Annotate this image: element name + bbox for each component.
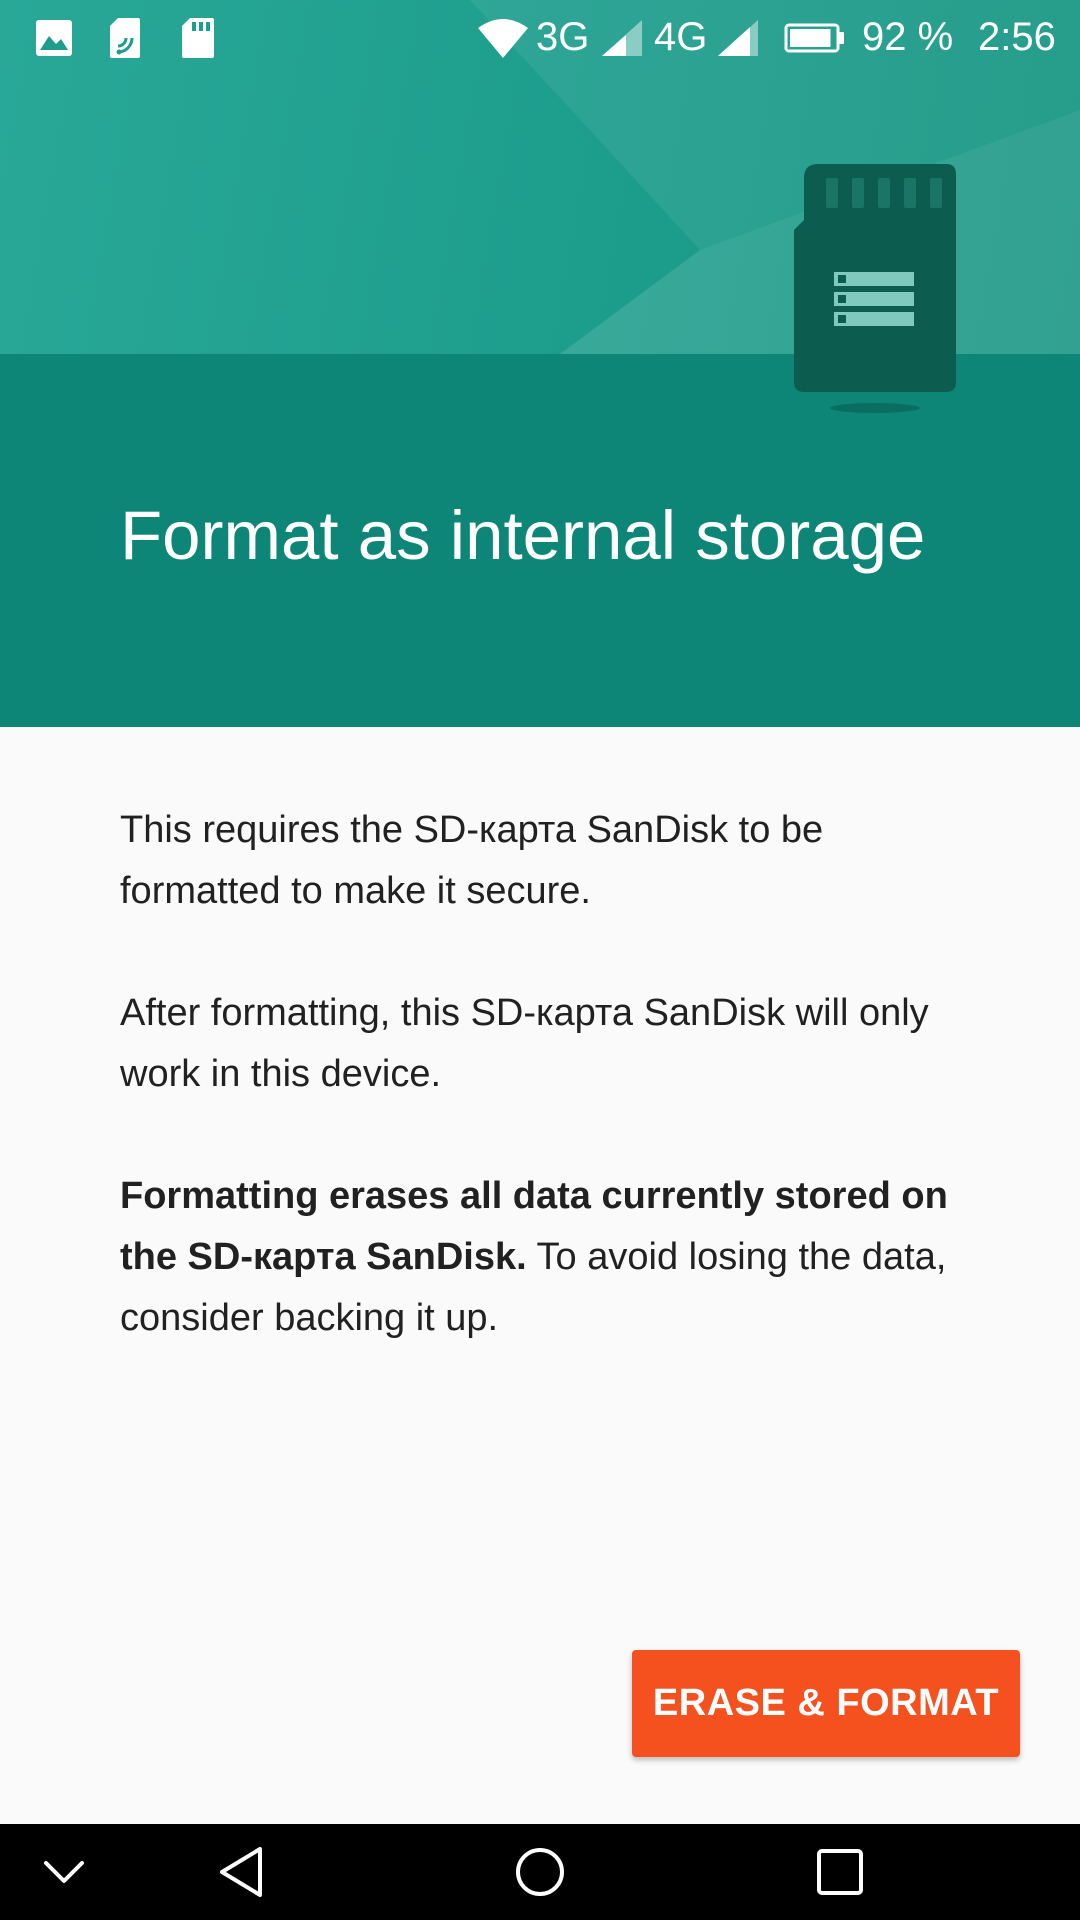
image-icon	[34, 0, 74, 75]
chevron-down-icon[interactable]	[34, 1824, 94, 1920]
navigation-bar	[0, 1824, 1080, 1920]
network-3g-label: 3G	[536, 15, 590, 59]
signal-4g-icon	[716, 0, 760, 75]
format-internal-storage-screen: Format as internal storage 3G 4G 92 % 2:…	[0, 0, 1080, 1920]
description-paragraph-2: After formatting, this SD-карта SanDisk …	[120, 992, 929, 1095]
wifi-icon	[476, 0, 530, 75]
sd-card-illustration	[794, 164, 956, 413]
home-icon[interactable]	[505, 1824, 575, 1920]
sd-card-icon	[180, 0, 216, 75]
network-4g-label: 4G	[654, 15, 708, 59]
battery-percent: 92 %	[862, 15, 954, 59]
hero-header: Format as internal storage	[0, 0, 1080, 727]
page-title: Format as internal storage	[120, 497, 926, 574]
status-bar: 3G 4G 92 % 2:56	[0, 0, 1080, 75]
clock: 2:56	[978, 15, 1056, 59]
back-icon[interactable]	[206, 1824, 276, 1920]
battery-icon	[784, 0, 846, 75]
description-paragraph-3: Formatting erases all data currently sto…	[120, 1166, 960, 1349]
erase-format-button[interactable]: ERASE & FORMAT	[632, 1650, 1020, 1757]
description-paragraph-1: This requires the SD-карта SanDisk to be…	[120, 809, 824, 912]
description-body: This requires the SD-карта SanDisk to be…	[120, 800, 960, 1410]
sim-card-icon	[108, 0, 142, 75]
recents-icon[interactable]	[805, 1824, 875, 1920]
signal-3g-icon	[600, 0, 644, 75]
